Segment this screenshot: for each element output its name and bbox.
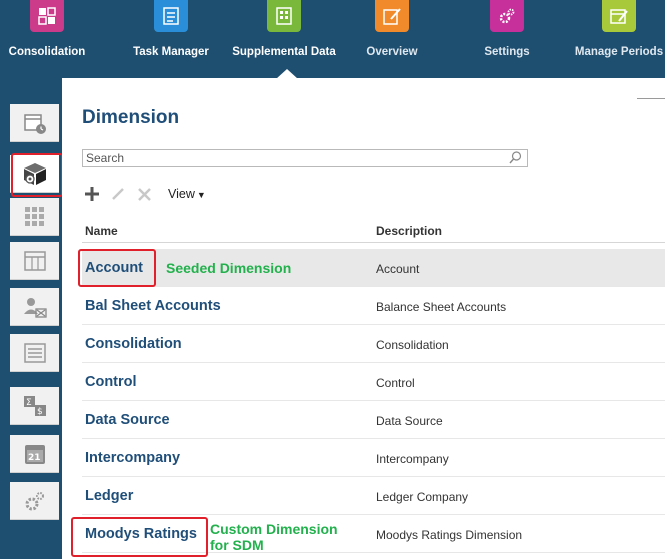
table-row[interactable]: Intercompany Intercompany [82,439,665,477]
left-rail: Σ $ 21 [0,78,62,559]
highlight-box-dimension-tab [11,153,63,197]
list-icon[interactable] [10,334,59,372]
custom-dimension-annotation: Custom Dimension for SDM [210,521,338,553]
dimension-name: Ledger [85,488,134,504]
nav-label: Task Manager [133,46,209,58]
sum-icon[interactable]: Σ $ [10,387,59,425]
supplemental-data-icon [267,0,301,32]
search-placeholder: Search [86,151,125,165]
nav-label: Supplemental Data [232,46,336,58]
top-navigation: Consolidation Task Manager Supplemental … [0,0,665,78]
column-header-name[interactable]: Name [85,224,118,238]
overview-icon [375,0,409,32]
nav-label: Consolidation [8,46,86,58]
svg-text:Σ: Σ [26,398,32,408]
nav-settings[interactable]: Settings [482,0,532,78]
table-row[interactable]: Ledger Ledger Company [82,477,665,515]
calendar-number: 21 [28,453,41,463]
edit-button[interactable] [108,184,128,204]
dimension-description: Control [376,376,415,390]
nav-manage-periods[interactable]: Manage Periods [573,0,665,78]
dimension-description: Account [376,262,420,276]
nav-consolidation[interactable]: Consolidation [6,0,88,78]
dimension-name: Bal Sheet Accounts [85,298,221,314]
pencil-icon [112,188,124,200]
seeded-dimension-annotation: Seeded Dimension [166,260,292,276]
dimension-name: Control [85,374,137,390]
nav-label: Manage Periods [574,46,664,58]
dimension-description: Intercompany [376,452,449,466]
table-row[interactable]: Bal Sheet Accounts Balance Sheet Account… [82,287,665,325]
dimension-description: Consolidation [376,338,449,352]
dimension-name: Consolidation [85,336,182,352]
search-input[interactable]: Search [82,149,528,167]
highlight-box-moodys-ratings [71,517,208,557]
table-row[interactable]: Consolidation Consolidation [82,325,665,363]
dimension-description: Ledger Company [376,490,469,504]
delete-button[interactable] [134,184,154,204]
user-assign-icon[interactable] [10,288,59,326]
nav-label: Overview [366,46,418,58]
table-row[interactable]: Data Source Data Source [82,401,665,439]
caret-down-icon: ▼ [196,190,206,200]
form-icon[interactable] [10,242,59,280]
dimension-name: Data Source [85,412,170,428]
consolidation-icon [30,0,64,32]
table-header: Name Description [82,221,665,243]
dimension-name: Intercompany [85,450,181,466]
annotation-line: for SDM [210,537,264,553]
nav-task-manager[interactable]: Task Manager [130,0,212,78]
table-row[interactable]: Control Control [82,363,665,401]
dimension-description: Balance Sheet Accounts [376,300,507,314]
dimension-description: Moodys Ratings Dimension [376,528,523,542]
grid-icon[interactable] [10,198,59,236]
calendar-clock-icon[interactable] [10,104,59,142]
annotation-line: Custom Dimension [210,521,338,537]
calendar-21-icon[interactable]: 21 [10,435,59,473]
nav-overview[interactable]: Overview [362,0,422,78]
task-manager-icon [154,0,188,32]
plus-icon [85,187,99,201]
nav-label: Settings [484,46,530,58]
view-label: View [168,187,195,201]
settings-icon [490,0,524,32]
close-icon [137,187,151,201]
manage-periods-icon [602,0,636,32]
nav-supplemental-data[interactable]: Supplemental Data [229,0,339,78]
page-title: Dimension [82,107,180,128]
settings-gear-icon[interactable] [10,482,59,520]
search-icon[interactable] [509,151,522,164]
divider [637,98,665,99]
add-button[interactable] [82,184,102,204]
svg-text:$: $ [37,407,43,417]
highlight-box-account [78,249,156,287]
column-header-description[interactable]: Description [376,224,442,238]
dimension-description: Data Source [376,414,443,428]
view-menu-button[interactable]: View ▼ [168,187,206,201]
toolbar: View ▼ [82,184,206,204]
active-nav-pointer [276,69,298,78]
dimension-panel: Dimension Search View ▼ Name Description … [62,88,665,559]
